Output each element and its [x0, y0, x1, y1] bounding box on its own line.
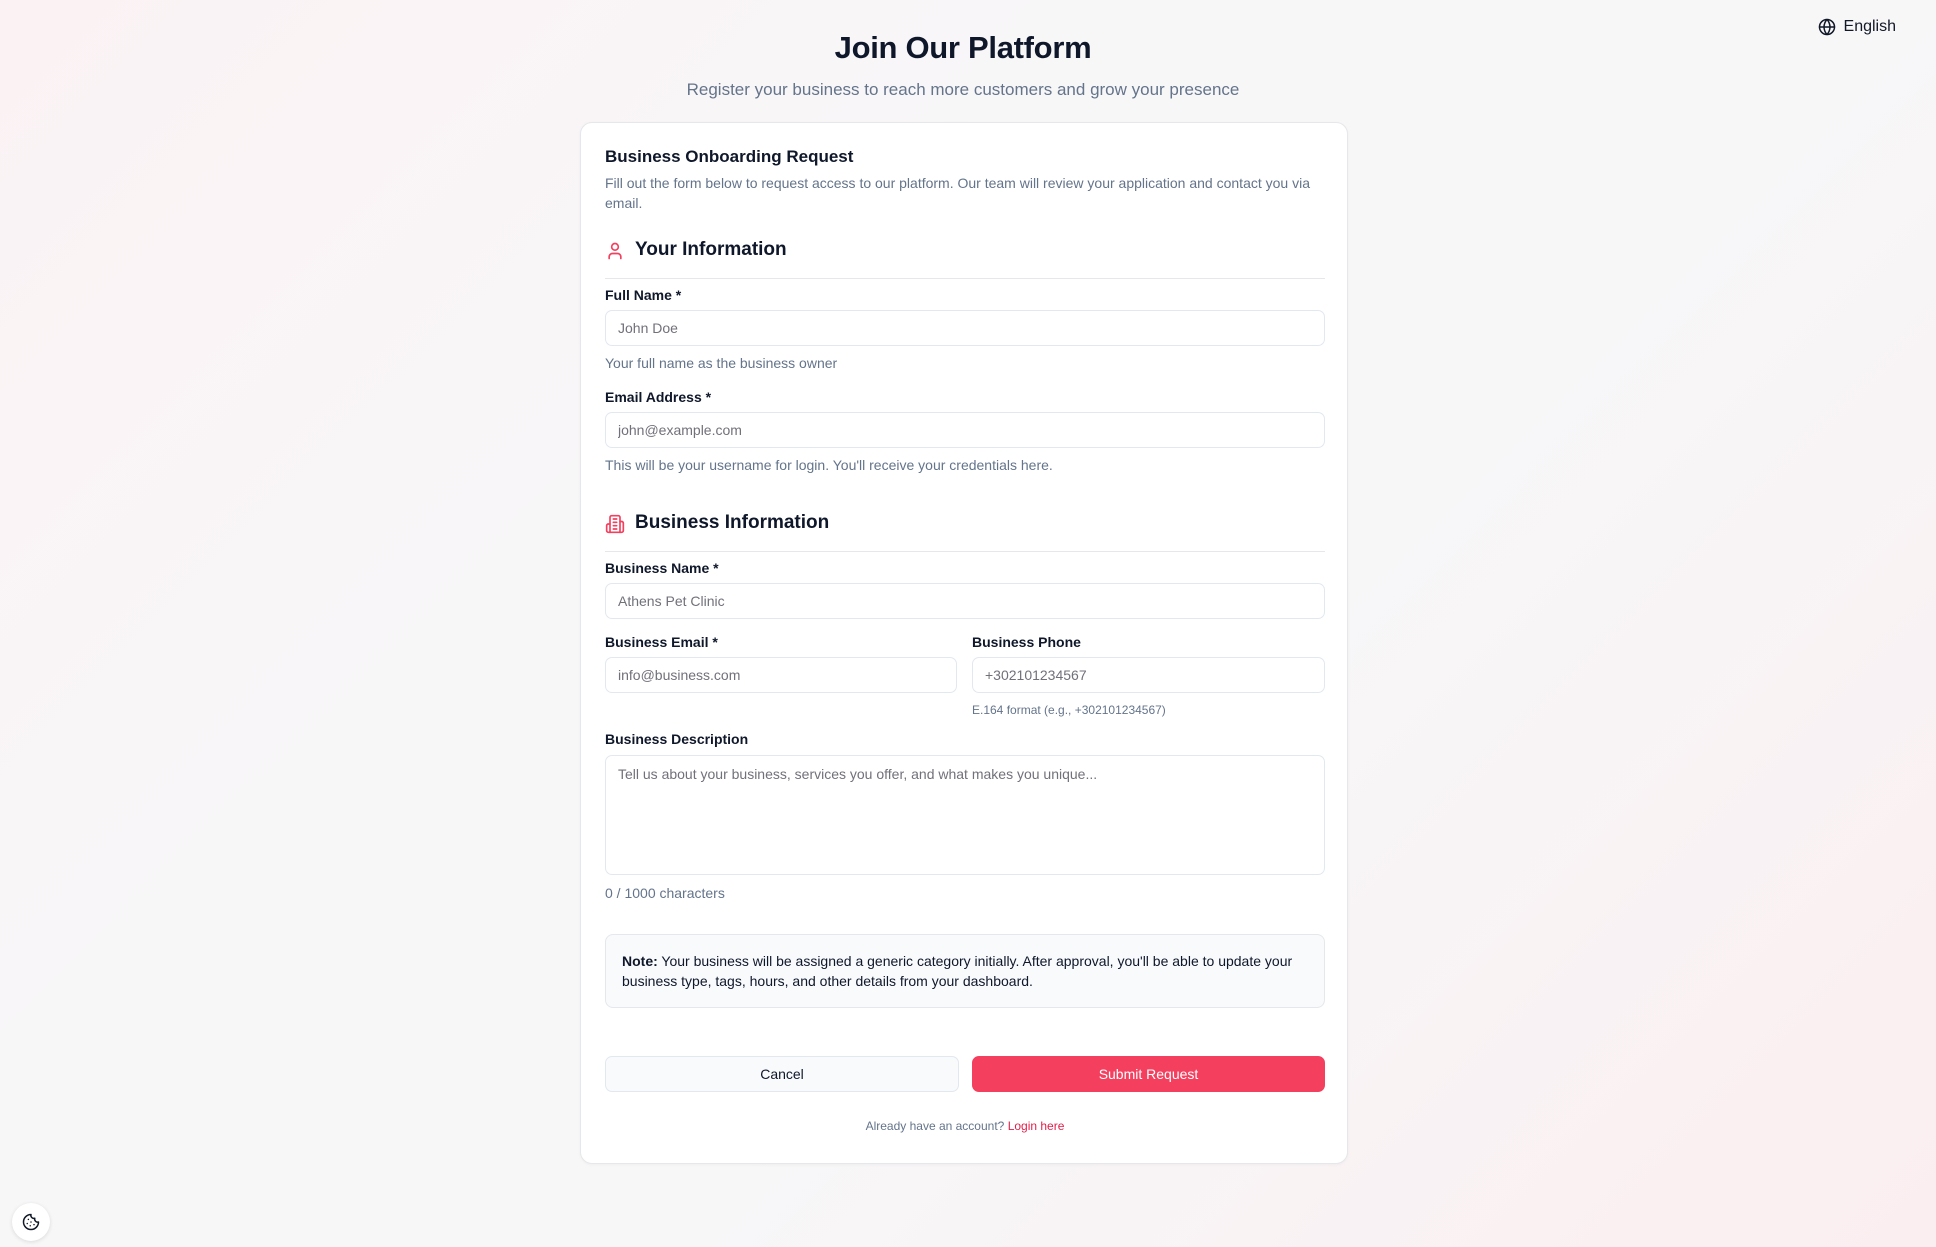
login-link[interactable]: Login here: [1008, 1119, 1065, 1133]
onboarding-form-card: Business Onboarding Request Fill out the…: [580, 122, 1348, 1164]
full-name-label: Full Name *: [605, 287, 682, 303]
character-counter: 0 / 1000 characters: [605, 885, 725, 901]
email-label: Email Address *: [605, 389, 712, 405]
business-email-input[interactable]: [605, 657, 957, 693]
full-name-input[interactable]: [605, 310, 1325, 346]
building-icon: [605, 514, 625, 534]
login-prompt-text: Already have an account?: [865, 1119, 1005, 1133]
note-text: Your business will be assigned a generic…: [622, 953, 1293, 989]
cookie-icon: [22, 1213, 40, 1231]
section-business-information: Business Information: [605, 512, 1325, 552]
page-header: Join Our Platform Register your business…: [0, 30, 1926, 100]
user-icon: [608, 242, 622, 260]
card-description: Fill out the form below to request acces…: [605, 175, 1310, 211]
email-input[interactable]: [605, 412, 1325, 448]
business-phone-input[interactable]: [972, 657, 1325, 693]
section-your-information: Your Information: [605, 239, 1325, 279]
business-description-label: Business Description: [605, 731, 749, 747]
page-subtitle: Register your business to reach more cus…: [686, 80, 1240, 99]
card-title: Business Onboarding Request: [605, 147, 854, 166]
business-phone-label: Business Phone: [972, 634, 1081, 650]
business-email-label: Business Email *: [605, 634, 718, 650]
page-title: Join Our Platform: [834, 30, 1092, 65]
login-prompt: Already have an account? Login here: [581, 1119, 1349, 1133]
business-phone-hint: E.164 format (e.g., +302101234567): [972, 703, 1166, 717]
note-box: Note: Your business will be assigned a g…: [605, 934, 1325, 1008]
cookie-settings-button[interactable]: [12, 1203, 50, 1241]
email-hint: This will be your username for login. Yo…: [605, 457, 1053, 473]
section-title: Your Information: [635, 239, 787, 260]
cancel-button[interactable]: Cancel: [605, 1056, 959, 1092]
business-description-textarea[interactable]: [605, 755, 1325, 875]
section-title: Business Information: [635, 512, 830, 533]
business-name-input[interactable]: [605, 583, 1325, 619]
business-name-label: Business Name *: [605, 560, 719, 576]
submit-request-button[interactable]: Submit Request: [972, 1056, 1325, 1092]
note-prefix: Note:: [622, 953, 658, 969]
full-name-hint: Your full name as the business owner: [605, 355, 838, 371]
